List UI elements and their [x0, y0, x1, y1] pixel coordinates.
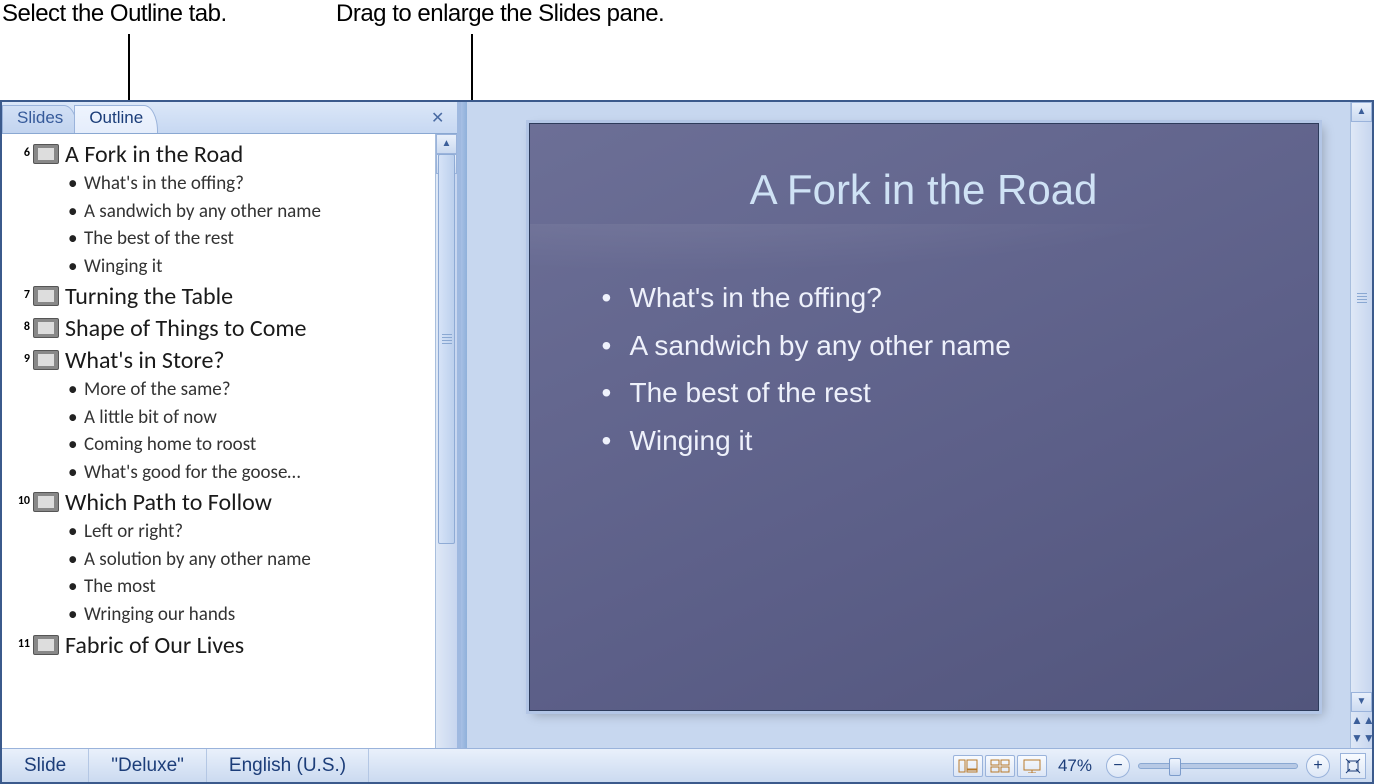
slide-icon[interactable] — [33, 144, 59, 164]
slide-scroll-thumb[interactable] — [1351, 122, 1372, 225]
status-bar: Slide "Deluxe" English (U.S.) 47% − + — [2, 748, 1372, 782]
outline-bullet[interactable]: Wringing our hands — [68, 601, 431, 629]
slide-editor-area: A Fork in the Road What's in the offing?… — [467, 102, 1372, 748]
slide-bullet[interactable]: Winging it — [602, 417, 1318, 465]
scroll-track[interactable] — [436, 154, 457, 728]
slide-bullets[interactable]: What's in the offing?A sandwich by any o… — [602, 274, 1318, 464]
annotation-line — [128, 34, 130, 100]
slide-title[interactable]: A Fork in the Road — [530, 124, 1318, 214]
scroll-up-button[interactable]: ▲ — [436, 134, 457, 154]
outline-body: 6 A Fork in the RoadWhat's in the offing?… — [2, 134, 457, 748]
work-area: Slides Outline ✕ 6A Fork in the RoadWhat… — [2, 102, 1372, 748]
outline-slide-number: 6 — [6, 140, 30, 160]
slide-scroll-down[interactable]: ▼ — [1351, 692, 1372, 712]
slide-icon[interactable] — [33, 318, 59, 338]
outline-slide-number: 10 — [6, 488, 30, 508]
status-language[interactable]: English (U.S.) — [207, 749, 369, 782]
slide-scroll-track[interactable] — [1351, 122, 1372, 692]
outline-slide-title[interactable]: Turning the Table — [65, 282, 233, 312]
outline-bullet[interactable]: A sandwich by any other name — [68, 198, 431, 226]
outline-bullet[interactable]: What's good for the goose… — [68, 459, 431, 487]
zoom-value[interactable]: 47% — [1048, 756, 1102, 776]
outline-slide-title[interactable]: Fabric of Our Lives — [65, 631, 244, 661]
outline-bullet[interactable]: Coming home to roost — [68, 431, 431, 459]
powerpoint-window: Slides Outline ✕ 6A Fork in the RoadWhat… — [0, 100, 1374, 784]
tab-outline[interactable]: Outline — [74, 105, 158, 133]
zoom-slider[interactable] — [1138, 763, 1298, 769]
next-slide-button[interactable]: ▼▼ — [1351, 732, 1372, 748]
outline-slide-number: 11 — [6, 631, 30, 651]
slide-icon[interactable] — [33, 492, 59, 512]
outline-bullet[interactable]: Left or right? — [68, 518, 431, 546]
annotation-drag-pane: Drag to enlarge the Slides pane. — [336, 0, 664, 28]
outline-slide-title[interactable]: Which Path to Follow — [65, 488, 272, 518]
outline-slide-title[interactable]: What's in Store? — [65, 346, 225, 376]
slide-icon[interactable] — [33, 635, 59, 655]
slide-bullet[interactable]: What's in the offing? — [602, 274, 1318, 322]
sorter-view-button[interactable] — [985, 755, 1015, 777]
outline-bullet[interactable]: More of the same? — [68, 376, 431, 404]
slide-icon[interactable] — [33, 350, 59, 370]
outline-slide-title[interactable]: A Fork in the Road — [65, 140, 243, 170]
outline-bullet[interactable]: A solution by any other name — [68, 546, 431, 574]
outline-scroll-area[interactable]: 6 A Fork in the RoadWhat's in the offing?… — [2, 134, 435, 748]
outline-bullet[interactable]: The most — [68, 573, 431, 601]
outline-scrollbar[interactable]: ▲ ▼ — [435, 134, 457, 748]
close-pane-button[interactable]: ✕ — [431, 108, 449, 126]
outline-bullet[interactable]: Winging it — [68, 253, 431, 281]
outline-slide-number: 7 — [6, 282, 30, 302]
outline-bullet[interactable]: A little bit of now — [68, 404, 431, 432]
slide-bullet[interactable]: The best of the rest — [602, 369, 1318, 417]
slide-bullet[interactable]: A sandwich by any other name — [602, 322, 1318, 370]
slide-canvas[interactable]: A Fork in the Road What's in the offing?… — [529, 123, 1319, 711]
scroll-thumb[interactable] — [438, 154, 455, 544]
zoom-in-button[interactable]: + — [1306, 754, 1330, 778]
outline-slide-number: 9 — [6, 346, 30, 366]
normal-view-button[interactable] — [953, 755, 983, 777]
slides-outline-pane: Slides Outline ✕ 6A Fork in the RoadWhat… — [2, 102, 461, 748]
outline-slide-number: 8 — [6, 314, 30, 334]
zoom-slider-thumb[interactable] — [1169, 758, 1181, 776]
zoom-out-button[interactable]: − — [1106, 754, 1130, 778]
slideshow-view-button[interactable] — [1017, 755, 1047, 777]
tab-slides[interactable]: Slides — [2, 105, 78, 133]
outline-slide-title[interactable]: Shape of Things to Come — [65, 314, 307, 344]
slide-canvas-wrap[interactable]: A Fork in the Road What's in the offing?… — [467, 102, 1350, 748]
outline-bullet[interactable]: The best of the rest — [68, 225, 431, 253]
outline-bullet[interactable]: What's in the offing? — [68, 170, 431, 198]
fit-to-window-button[interactable] — [1340, 753, 1366, 779]
slide-scrollbar[interactable]: ▲ ▼ ▲▲ ▼▼ — [1350, 102, 1372, 748]
status-mode[interactable]: Slide — [2, 749, 89, 782]
status-theme[interactable]: "Deluxe" — [89, 749, 207, 782]
annotation-outline-tab: Select the Outline tab. — [2, 0, 227, 28]
slide-icon[interactable] — [33, 286, 59, 306]
prev-slide-button[interactable]: ▲▲ — [1351, 714, 1372, 730]
pane-tab-strip: Slides Outline ✕ — [2, 102, 457, 134]
slide-scroll-up[interactable]: ▲ — [1351, 102, 1372, 122]
